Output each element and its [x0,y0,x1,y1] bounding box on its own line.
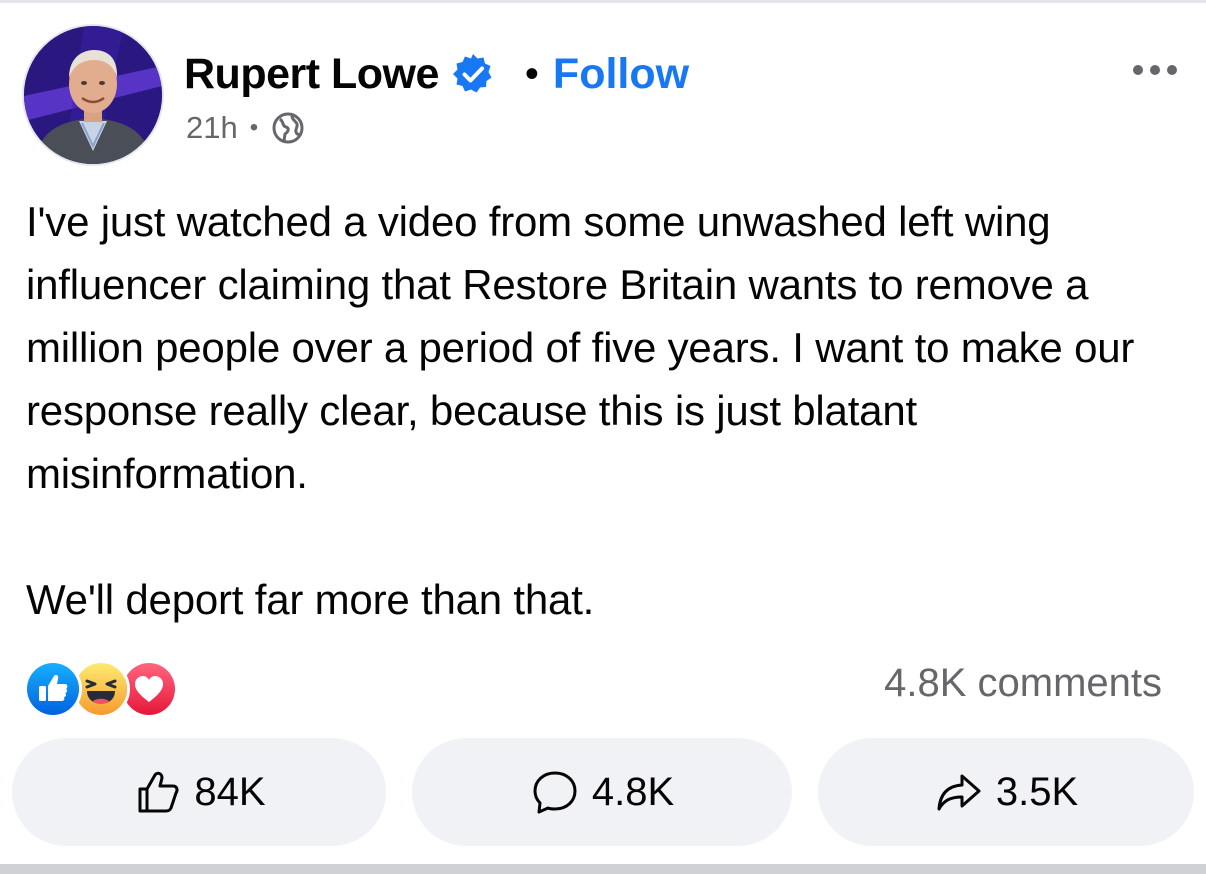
top-divider [0,0,1206,3]
like-button[interactable]: 84K [12,738,386,846]
author-avatar[interactable] [24,26,162,164]
share-arrow-icon [934,767,984,817]
comments-count-link[interactable]: 4.8K comments [884,661,1162,706]
avatar-photo [24,26,162,164]
share-count: 3.5K [995,769,1079,814]
more-dot [1133,65,1143,75]
bottom-divider [0,864,1206,874]
more-options-icon[interactable] [1120,52,1190,88]
thumbs-up-icon [132,767,182,817]
post-paragraph: I've just watched a video from some unwa… [26,198,1135,497]
like-reaction-icon [24,660,82,718]
post-meta: 21h • [186,108,306,148]
comment-count: 4.8K [591,769,675,814]
more-dot [1167,65,1177,75]
more-dot [1150,65,1160,75]
post-timestamp[interactable]: 21h [186,110,238,146]
follow-button[interactable]: Follow [553,50,689,99]
post-header: Rupert Lowe • Follow [184,46,689,102]
verified-badge-icon [451,52,495,96]
like-count: 84K [194,769,266,814]
post-body: I've just watched a video from some unwa… [26,190,1186,631]
meta-separator-dot: • [249,114,259,141]
reaction-summary[interactable] [24,660,178,718]
share-button[interactable]: 3.5K [818,738,1194,846]
globe-icon [270,110,306,146]
comment-bubble-icon [530,767,580,817]
separator-dot: • [524,52,539,96]
author-name[interactable]: Rupert Lowe [184,50,439,99]
post-paragraph: We'll deport far more than that. [26,576,595,623]
comment-button[interactable]: 4.8K [412,738,792,846]
